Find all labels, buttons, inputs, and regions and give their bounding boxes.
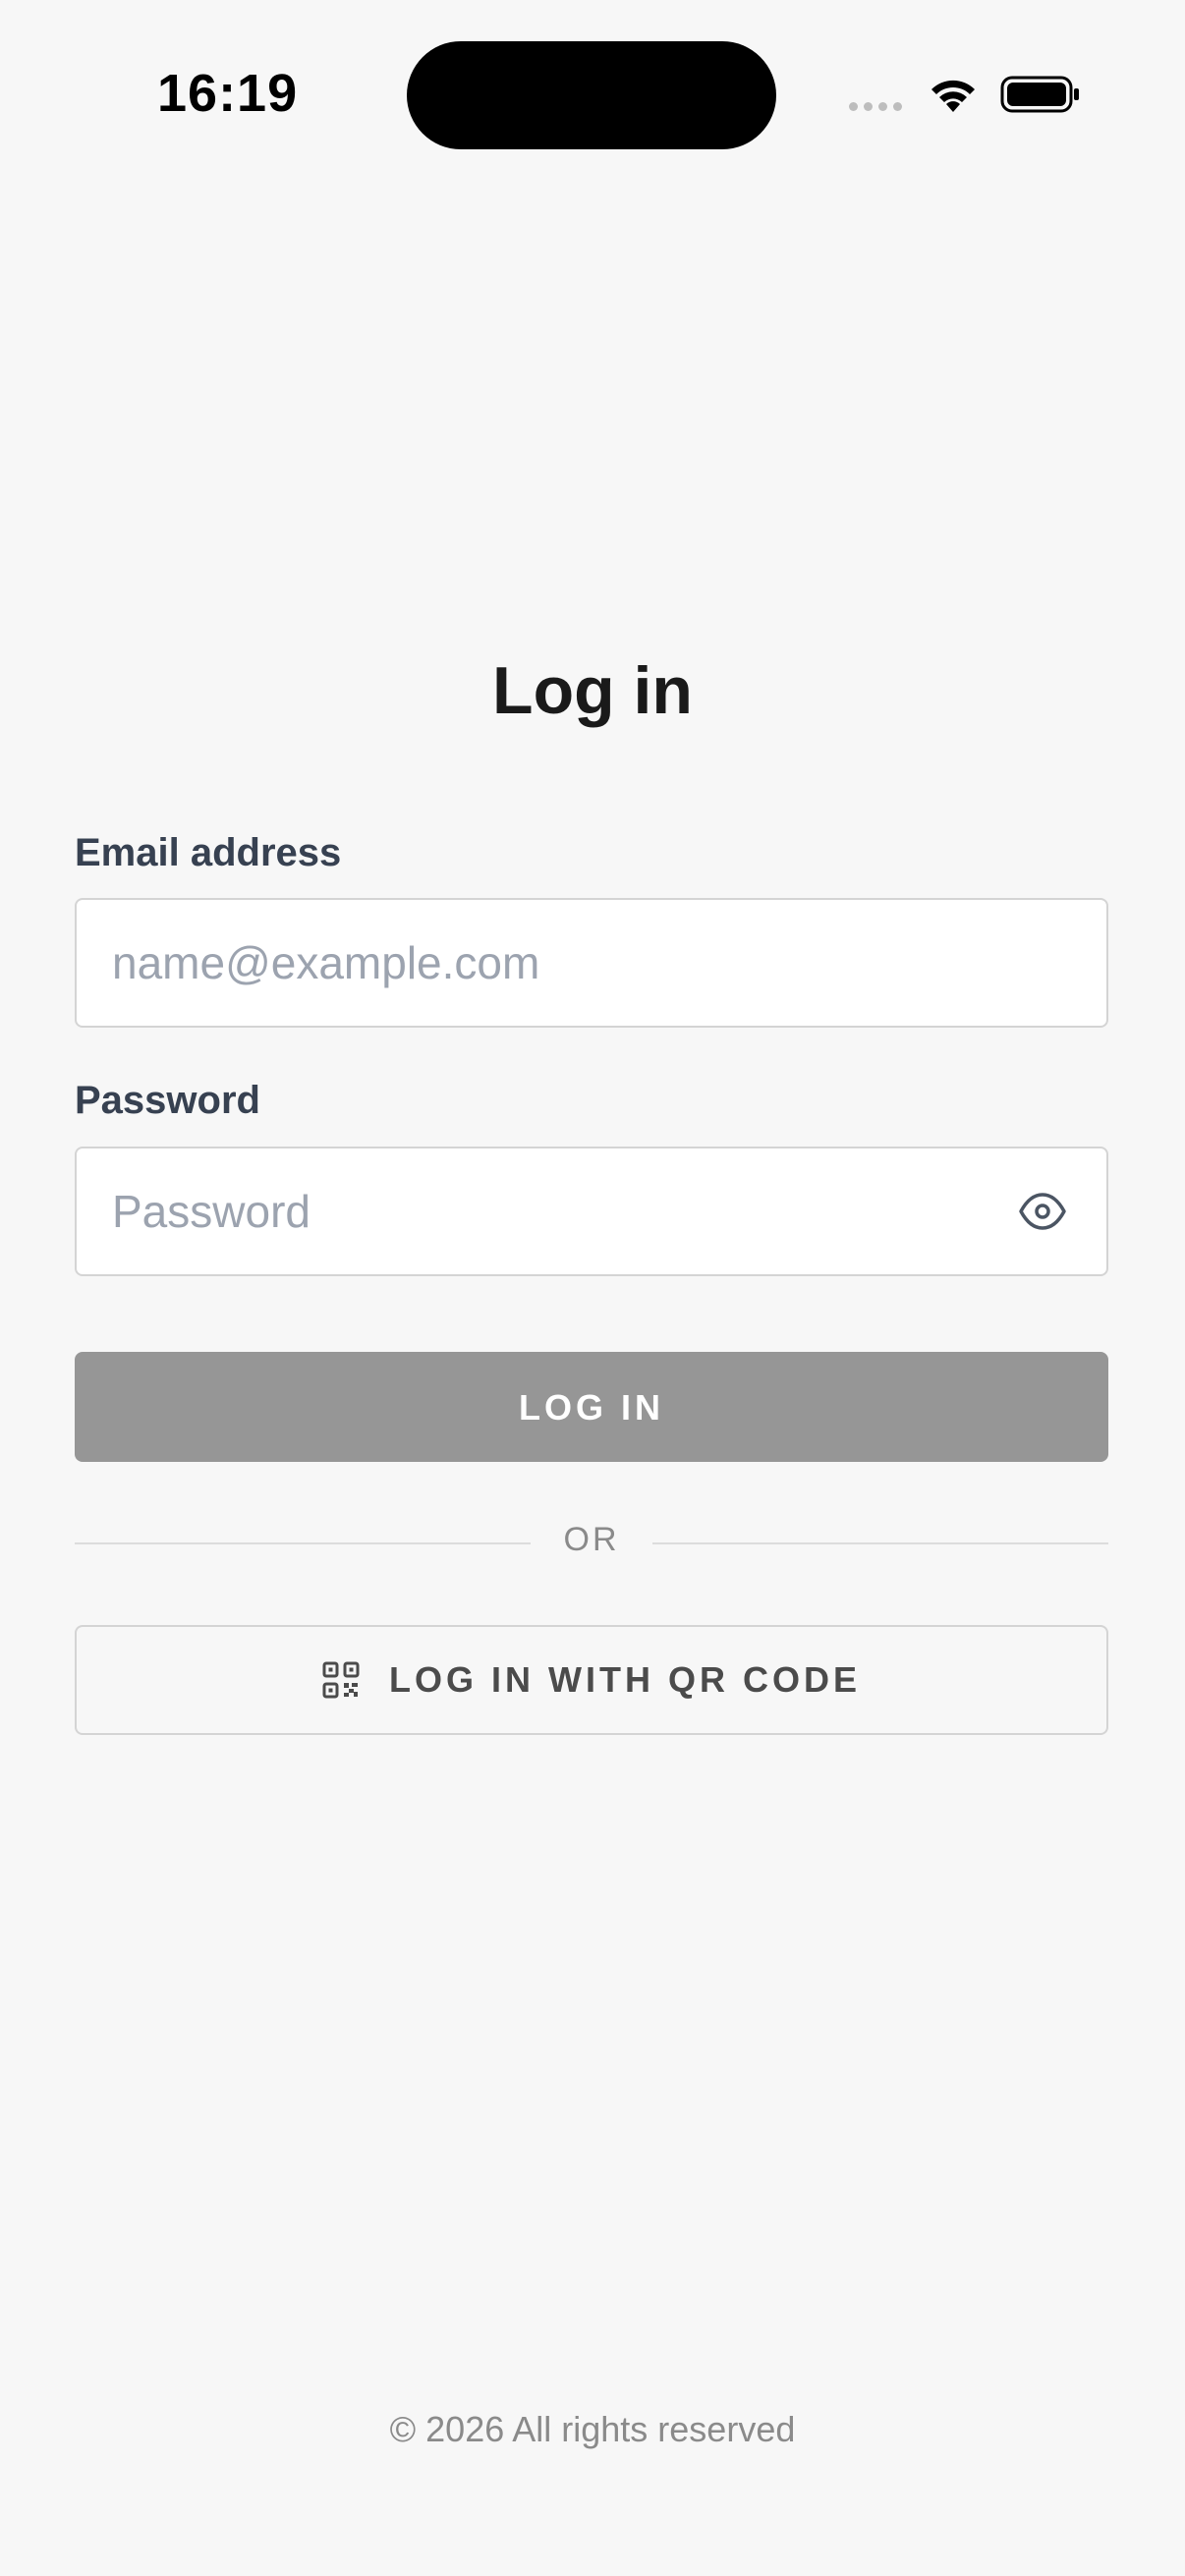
cellular-signal-icon — [849, 102, 902, 111]
email-field-container — [75, 898, 1108, 1028]
password-field-container — [75, 1147, 1108, 1276]
status-bar: 16:19 — [0, 0, 1185, 196]
login-button[interactable]: LOG IN — [75, 1352, 1108, 1462]
status-time: 16:19 — [157, 64, 299, 123]
wifi-icon — [931, 80, 975, 112]
qr-code-icon — [322, 1661, 360, 1699]
qr-login-button[interactable]: LOG IN WITH QR CODE — [75, 1625, 1108, 1735]
divider-line-right — [652, 1542, 1108, 1544]
dynamic-island — [407, 41, 776, 149]
or-divider: OR — [75, 1521, 1108, 1558]
eye-icon[interactable] — [1018, 1192, 1067, 1231]
battery-icon — [1000, 76, 1079, 113]
page-title: Log in — [492, 653, 693, 728]
footer-copyright: © 2026 All rights reserved — [389, 2409, 796, 2449]
email-field[interactable] — [112, 900, 996, 1026]
qr-login-label: LOG IN WITH QR CODE — [389, 1659, 861, 1700]
password-label: Password — [75, 1079, 260, 1122]
password-field[interactable] — [112, 1148, 996, 1274]
divider-label: OR — [563, 1521, 620, 1558]
email-label: Email address — [75, 831, 342, 874]
